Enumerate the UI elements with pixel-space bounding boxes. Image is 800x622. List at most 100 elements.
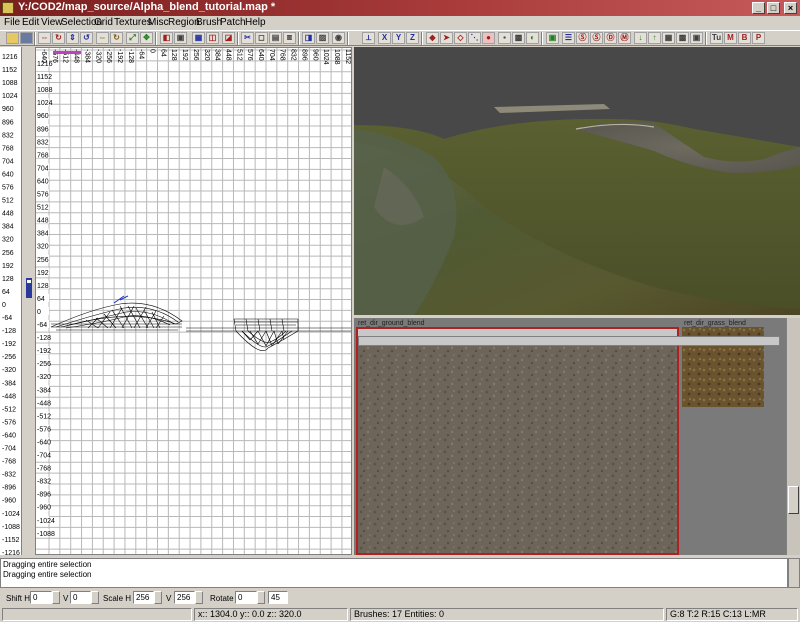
grid-x-label: 960 — [311, 49, 318, 61]
mode-p-button[interactable]: P — [752, 32, 765, 44]
shift-v-spinner[interactable] — [91, 591, 99, 604]
z-ruler-label: -384 — [2, 380, 16, 387]
flip-z-icon[interactable]: ⇔ — [96, 32, 109, 44]
save-icon[interactable] — [20, 32, 33, 44]
patch-icon[interactable]: ▥ — [283, 32, 296, 44]
menu-region[interactable]: Region — [168, 17, 200, 28]
arrow-down-icon[interactable]: ↓ — [634, 32, 647, 44]
rotate-x-icon[interactable]: ↻ — [52, 32, 65, 44]
drag-vertices-icon[interactable]: ⋱ — [468, 32, 481, 44]
maximize-button[interactable]: □ — [767, 2, 780, 14]
scale-v-field[interactable]: 256 — [174, 591, 195, 604]
camera-3d-view[interactable] — [354, 47, 800, 315]
selected-texture-frame[interactable] — [356, 327, 679, 555]
select-inside-icon[interactable]: ◫ — [206, 32, 219, 44]
xy-grid-view[interactable]: 1216 1152 1088 1024 960 896 832 768 704 640 576 512… — [35, 47, 352, 555]
z-ruler-label: 128 — [2, 276, 14, 283]
menu-textures[interactable]: Textures — [114, 17, 152, 28]
drag-edges-icon[interactable]: ◇ — [454, 32, 467, 44]
toggle-portal-icon[interactable]: Ⓓ — [604, 32, 617, 44]
menu-view[interactable]: View — [41, 17, 63, 28]
show-entities-icon[interactable]: ● — [482, 32, 495, 44]
grid-x-label: 512 — [235, 49, 242, 61]
rotate-field[interactable]: 0 — [235, 591, 257, 604]
lock-icon[interactable]: ▪ — [498, 32, 511, 44]
csg-subtract-icon[interactable]: ◧ — [160, 32, 173, 44]
scale-h-spinner[interactable] — [154, 591, 162, 604]
texture-browser[interactable]: ret_dir_ground_blend ret_dir_grass_blend — [354, 318, 786, 555]
toggle-structural-icon[interactable]: Ⓢ — [590, 32, 603, 44]
z-ruler-label: -256 — [2, 354, 16, 361]
view-y-button[interactable]: Y — [392, 32, 405, 44]
brush-cube-icon[interactable]: ▤ — [269, 32, 282, 44]
texture-lock-icon[interactable]: ▩ — [512, 32, 525, 44]
menu-brush[interactable]: Brush — [196, 17, 222, 28]
status-coordinates: x:: 1304.0 y:: 0.0 z:: 320.0 — [194, 608, 348, 621]
texture-filter-bar[interactable] — [358, 336, 780, 346]
flip-y-icon[interactable]: ⇕ — [66, 32, 79, 44]
minimize-button[interactable]: _ — [752, 2, 765, 14]
grid-x-label: 1024 — [322, 49, 329, 65]
z-ruler-label: -512 — [2, 406, 16, 413]
filter-icon[interactable]: ▣ — [546, 32, 559, 44]
select-touching-icon[interactable]: ▦ — [192, 32, 205, 44]
grid-y-label: 768 — [37, 152, 49, 159]
rotate-y-icon[interactable]: ↺ — [80, 32, 93, 44]
grid-y-label: -256 — [37, 361, 51, 368]
view-z-button[interactable]: Z — [406, 32, 419, 44]
fit-icon[interactable]: ▩ — [676, 32, 689, 44]
cubic-clip-icon[interactable]: ◆ — [426, 32, 439, 44]
camera-move-icon[interactable]: ➤ — [440, 32, 453, 44]
rotate-spinner[interactable] — [257, 591, 265, 604]
tile-icon[interactable]: ▦ — [662, 32, 675, 44]
texture-scrollbar[interactable] — [786, 318, 800, 555]
arrow-up-icon[interactable]: ↑ — [648, 32, 661, 44]
translate-icon[interactable]: ✥ — [140, 32, 153, 44]
mode-b-button[interactable]: B — [738, 32, 751, 44]
clipper-icon[interactable]: ✂ — [241, 32, 254, 44]
close-button[interactable]: × — [784, 2, 797, 14]
mode-m-button[interactable]: M — [724, 32, 737, 44]
flip-x-icon[interactable]: ⇔ — [38, 32, 51, 44]
menu-grid[interactable]: Grid — [94, 17, 113, 28]
select-partial-icon[interactable]: ◪ — [222, 32, 235, 44]
layers-icon[interactable]: ☰ — [562, 32, 575, 44]
camera-view-icon[interactable]: ◉ — [332, 32, 345, 44]
menu-help[interactable]: Help — [245, 17, 266, 28]
grid-y-label: 128 — [37, 283, 49, 290]
rotate-z-icon[interactable]: ↻ — [110, 32, 123, 44]
csg-merge-icon[interactable]: ▣ — [174, 32, 187, 44]
menu-file[interactable]: File — [4, 17, 20, 28]
app-icon — [2, 2, 14, 14]
texture-view-icon[interactable]: ▨ — [316, 32, 329, 44]
surface-inspector-bar: Shift H 0 V 0 Scale H 256 V 256 Rotate 0… — [0, 589, 800, 607]
shift-v-field[interactable]: 0 — [70, 591, 91, 604]
texture-scrollbar-thumb[interactable] — [788, 486, 799, 514]
natural-icon[interactable]: ▣ — [690, 32, 703, 44]
menu-misc[interactable]: Misc — [148, 17, 169, 28]
title-bar[interactable]: Y:/COD2/map_source/Alpha_blend_tutorial.… — [0, 0, 800, 16]
texture-unit-button[interactable]: Tu — [710, 32, 723, 44]
shift-h-spinner[interactable] — [52, 591, 60, 604]
rotate-step-field[interactable]: 45 — [268, 591, 288, 604]
menu-patch[interactable]: Patch — [220, 17, 246, 28]
open-icon[interactable] — [6, 32, 19, 44]
toggle-monster-clip-icon[interactable]: Ⓜ — [618, 32, 631, 44]
view-x-button[interactable]: X — [378, 32, 391, 44]
view-axis-icon[interactable]: ⟂ — [362, 32, 375, 44]
shift-h-field[interactable]: 0 — [30, 591, 52, 604]
menu-edit[interactable]: Edit — [22, 17, 39, 28]
change-views-icon[interactable]: ◨ — [302, 32, 315, 44]
curve-icon[interactable]: ◐ — [526, 32, 539, 44]
console-scrollbar[interactable] — [788, 558, 800, 588]
grid-x-label: -384 — [83, 49, 90, 63]
texture-ground-thumbnail[interactable] — [358, 329, 677, 553]
terrain-patch-crater[interactable] — [186, 318, 352, 351]
scale-icon[interactable]: ⤢ — [126, 32, 139, 44]
scale-v-spinner[interactable] — [195, 591, 203, 604]
scale-h-field[interactable]: 256 — [133, 591, 154, 604]
z-view[interactable] — [23, 47, 35, 555]
hollow-icon[interactable]: ◻ — [255, 32, 268, 44]
grid-canvas[interactable]: 1216115210881024960896832768704640576512… — [36, 48, 352, 555]
toggle-detail-icon[interactable]: Ⓢ — [576, 32, 589, 44]
